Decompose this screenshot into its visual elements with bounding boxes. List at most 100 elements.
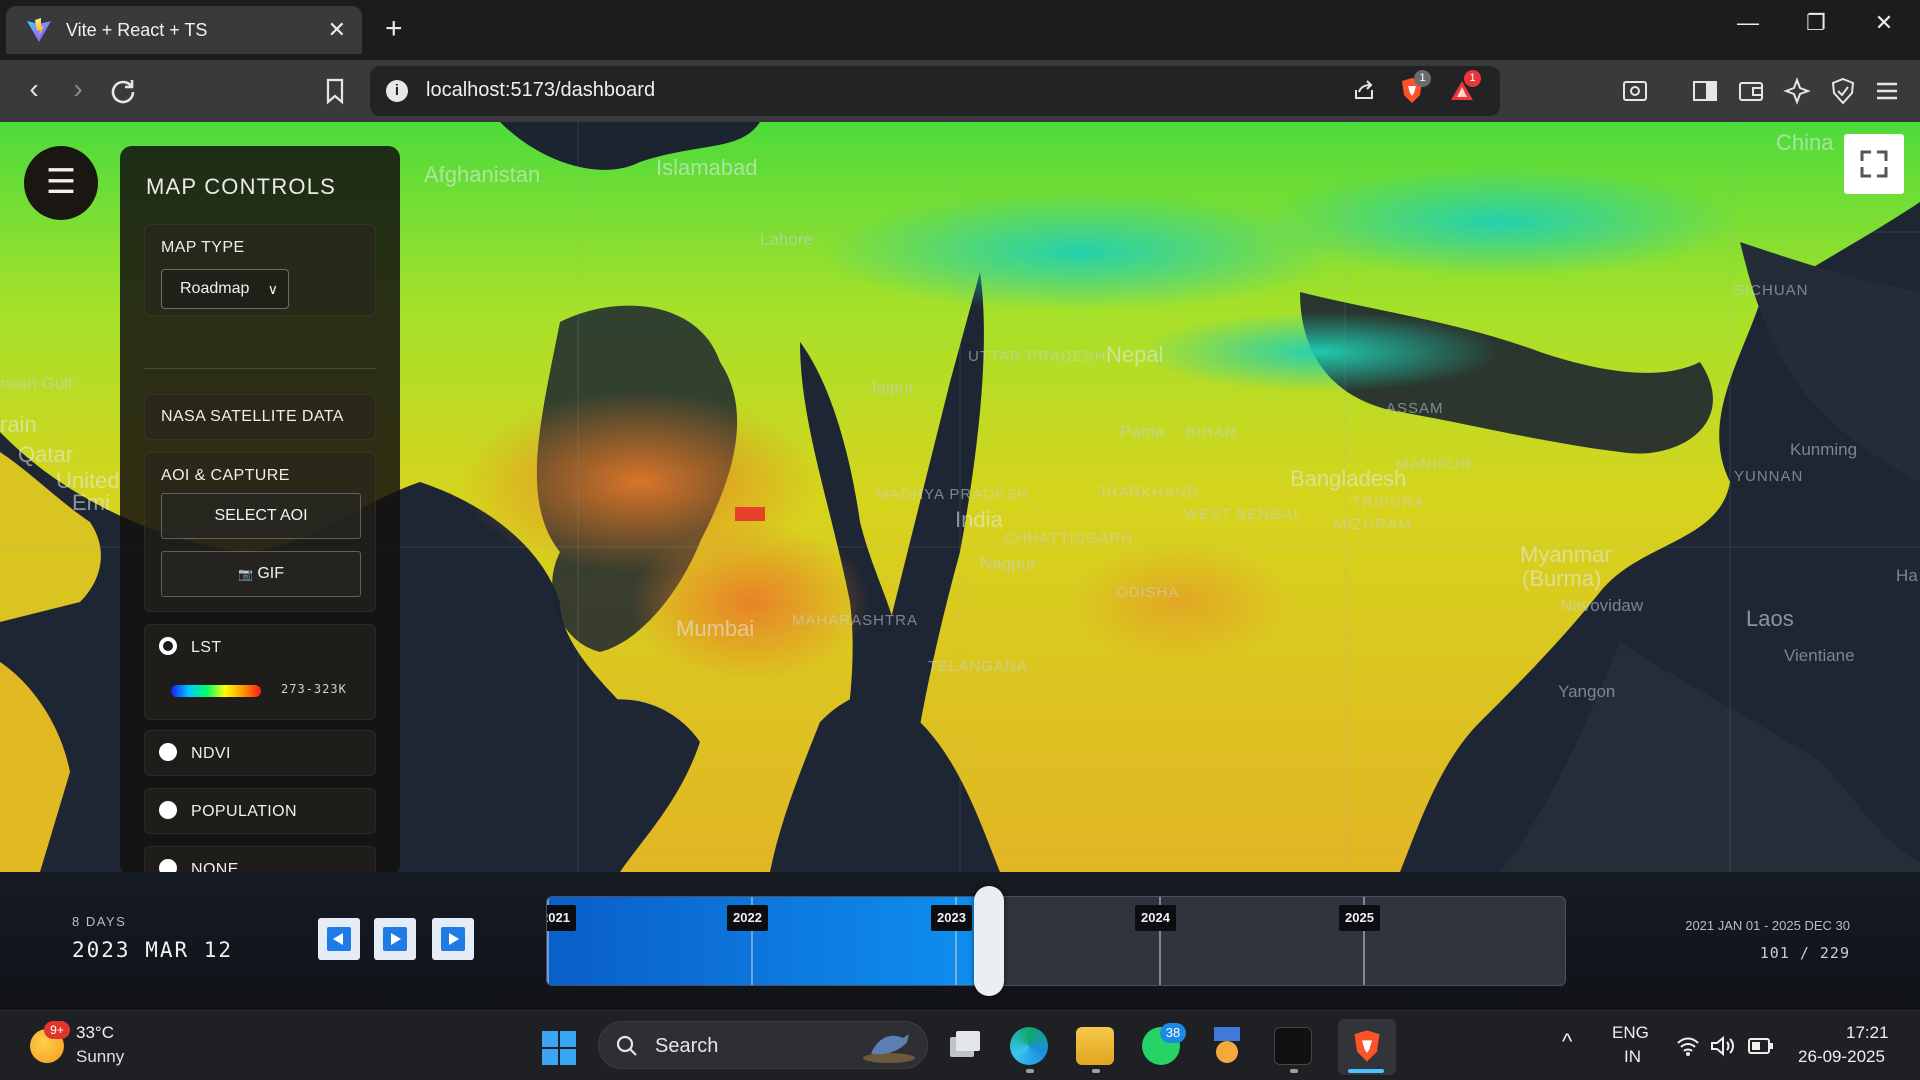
timeline-track[interactable]: 2021 2022 2023 2024 2025 bbox=[546, 896, 1566, 986]
url-text[interactable]: localhost:5173/dashboard bbox=[426, 79, 655, 102]
map-type-value: Roadmap bbox=[180, 280, 250, 297]
browser-tab[interactable]: Vite + React + TS ✕ bbox=[6, 6, 362, 54]
menu-toggle-button[interactable]: ☰ bbox=[24, 146, 98, 220]
map-label: rain bbox=[0, 412, 37, 437]
map-label: BIHAR bbox=[1186, 424, 1237, 441]
rewards-count-badge: 1 bbox=[1464, 70, 1481, 87]
reload-icon[interactable] bbox=[108, 76, 138, 106]
volume-icon[interactable] bbox=[1710, 1035, 1736, 1057]
ndvi-radio[interactable] bbox=[159, 743, 177, 761]
lst-label: LST bbox=[191, 639, 222, 656]
none-radio[interactable] bbox=[159, 859, 177, 872]
whatsapp-badge: 38 bbox=[1160, 1023, 1186, 1043]
layer-option-ndvi[interactable]: NDVI bbox=[144, 730, 376, 776]
layer-option-lst[interactable]: LST 273-323K bbox=[144, 624, 376, 720]
nasa-data-card[interactable]: NASA SATELLITE DATA bbox=[144, 394, 376, 440]
site-info-icon[interactable]: i bbox=[386, 80, 408, 102]
year-label: 2021 bbox=[547, 905, 576, 931]
reader-mode-icon[interactable] bbox=[1620, 76, 1650, 106]
nasa-data-label: NASA SATELLITE DATA bbox=[161, 408, 344, 425]
map-label: Qatar bbox=[18, 442, 74, 467]
layer-option-none[interactable]: NONE bbox=[144, 846, 376, 872]
gif-capture-button[interactable]: 📷 GIF bbox=[161, 551, 361, 597]
layer-option-population[interactable]: POPULATION bbox=[144, 788, 376, 834]
map-label: Patna bbox=[1120, 422, 1165, 441]
year-label: 2024 bbox=[1135, 905, 1176, 931]
windows-taskbar: 9+ 33°C Sunny Search 38 ^ ENG IN 17:21 2… bbox=[0, 1010, 1920, 1080]
wifi-icon[interactable] bbox=[1676, 1035, 1700, 1057]
restore-button[interactable]: ❐ bbox=[1786, 10, 1846, 36]
play-button[interactable] bbox=[374, 918, 416, 960]
new-tab-button[interactable]: + bbox=[385, 12, 403, 46]
map-type-select[interactable]: Roadmap ∨ bbox=[161, 269, 289, 309]
browser-menu-icon[interactable] bbox=[1872, 76, 1902, 106]
map-label: Nagpur bbox=[980, 554, 1036, 573]
vpn-icon[interactable] bbox=[1828, 76, 1858, 106]
browser-tab-bar: Vite + React + TS ✕ + — ❐ ✕ bbox=[0, 0, 1920, 60]
task-view-icon[interactable] bbox=[946, 1027, 984, 1065]
map-label: Ha bbox=[1896, 566, 1918, 585]
brave-lion-icon bbox=[1354, 1030, 1380, 1062]
map-label: TELANGANA bbox=[928, 658, 1028, 675]
minimize-button[interactable]: — bbox=[1718, 10, 1778, 36]
map-label: WEST BENGAL bbox=[1184, 506, 1304, 523]
map-label: MIZORAM bbox=[1334, 516, 1412, 533]
brave-taskbar-button[interactable] bbox=[1338, 1019, 1396, 1075]
file-explorer-icon[interactable] bbox=[1076, 1027, 1114, 1065]
battery-icon[interactable] bbox=[1748, 1037, 1774, 1055]
clock-date[interactable]: 26-09-2025 bbox=[1798, 1047, 1885, 1067]
language-bottom[interactable]: IN bbox=[1624, 1047, 1641, 1067]
back-button[interactable]: ‹ bbox=[14, 74, 54, 104]
map-label: Islamabad bbox=[656, 155, 758, 180]
forward-button[interactable]: › bbox=[58, 74, 98, 104]
date-range-text: 2021 JAN 01 - 2025 DEC 30 bbox=[1685, 918, 1850, 933]
step-forward-button[interactable] bbox=[432, 918, 474, 960]
share-icon[interactable] bbox=[1352, 78, 1376, 102]
explorer-running-indicator bbox=[1092, 1069, 1100, 1073]
map-label: Nepal bbox=[1106, 342, 1164, 367]
select-aoi-button[interactable]: SELECT AOI bbox=[161, 493, 361, 539]
leo-ai-icon[interactable] bbox=[1782, 76, 1812, 106]
close-tab-icon[interactable]: ✕ bbox=[328, 17, 346, 43]
fullscreen-icon[interactable] bbox=[1844, 134, 1904, 194]
browser-toolbar: ‹ › i localhost:5173/dashboard 1 1 bbox=[0, 60, 1920, 122]
timeline-bar: 8 DAYS 2023 MAR 12 20212022202320242025 … bbox=[0, 872, 1920, 1010]
map-label: Vientiane bbox=[1784, 646, 1855, 665]
tab-title: Vite + React + TS bbox=[66, 19, 208, 40]
timeline-handle[interactable] bbox=[974, 886, 1004, 996]
temperature[interactable]: 33°C bbox=[76, 1023, 114, 1043]
population-radio[interactable] bbox=[159, 801, 177, 819]
edge-icon[interactable] bbox=[1010, 1027, 1048, 1065]
map-label: MAHARASHTRA bbox=[792, 612, 919, 629]
shield-count-badge: 1 bbox=[1414, 70, 1431, 87]
current-date: 2023 MAR 12 bbox=[72, 938, 234, 962]
medal-app-icon[interactable] bbox=[1208, 1027, 1246, 1065]
frame-count-text: 101 / 229 bbox=[1759, 944, 1850, 962]
windows-start-icon[interactable] bbox=[542, 1031, 576, 1065]
year-label: 2023 bbox=[931, 905, 972, 931]
map-label: YUNNAN bbox=[1734, 468, 1804, 485]
year-label: 2022 bbox=[727, 905, 768, 931]
taskbar-search[interactable]: Search bbox=[598, 1021, 928, 1069]
address-bar[interactable]: i localhost:5173/dashboard 1 1 bbox=[370, 66, 1500, 116]
close-window-button[interactable]: ✕ bbox=[1854, 10, 1914, 36]
map-label: JHARKHAND bbox=[1098, 484, 1199, 501]
map-label: Lahore bbox=[760, 230, 813, 249]
clock-time[interactable]: 17:21 bbox=[1846, 1023, 1889, 1043]
map-label: (Burma) bbox=[1522, 566, 1602, 591]
search-label: Search bbox=[655, 1035, 719, 1057]
step-back-button[interactable] bbox=[318, 918, 360, 960]
map-canvas[interactable]: Islamabad Afghanistan Lahore Jaipur Nepa… bbox=[0, 122, 1920, 872]
lst-radio[interactable] bbox=[159, 637, 177, 655]
language-top[interactable]: ENG bbox=[1612, 1023, 1649, 1043]
sidebar-toggle-icon[interactable] bbox=[1690, 76, 1720, 106]
play-icon bbox=[383, 927, 407, 951]
bookmark-icon[interactable] bbox=[320, 76, 350, 106]
show-hidden-icons-chevron[interactable]: ^ bbox=[1562, 1029, 1572, 1055]
edge-running-indicator bbox=[1026, 1069, 1034, 1073]
wallet-icon[interactable] bbox=[1736, 76, 1766, 106]
weather-condition[interactable]: Sunny bbox=[76, 1047, 124, 1067]
cube-app-icon[interactable] bbox=[1274, 1027, 1312, 1065]
year-label: 2025 bbox=[1339, 905, 1380, 931]
step-forward-icon bbox=[441, 927, 465, 951]
